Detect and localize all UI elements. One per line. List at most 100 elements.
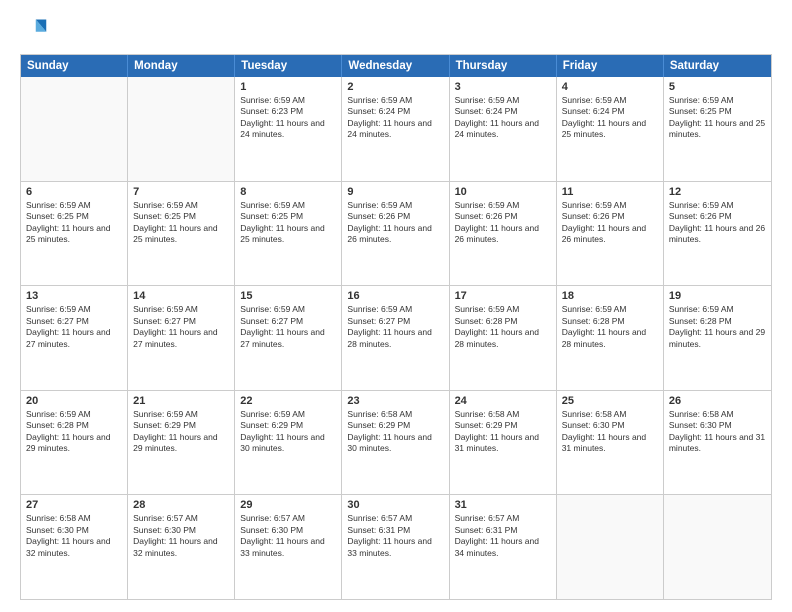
cal-cell: 2Sunrise: 6:59 AMSunset: 6:24 PMDaylight… (342, 77, 449, 181)
cell-info: Sunrise: 6:59 AMSunset: 6:23 PMDaylight:… (240, 95, 336, 141)
cal-cell: 14Sunrise: 6:59 AMSunset: 6:27 PMDayligh… (128, 286, 235, 390)
cal-cell: 16Sunrise: 6:59 AMSunset: 6:27 PMDayligh… (342, 286, 449, 390)
day-number: 23 (347, 395, 443, 407)
day-number: 4 (562, 81, 658, 93)
cal-cell: 7Sunrise: 6:59 AMSunset: 6:25 PMDaylight… (128, 182, 235, 286)
day-number: 13 (26, 290, 122, 302)
cal-cell: 30 Sunrise: 6:57 AMSunset: 6:31 PMDayligh… (342, 495, 449, 599)
header (20, 16, 772, 44)
cal-week-1: 1 Sunrise: 6:59 AMSunset: 6:23 PMDaylight… (21, 77, 771, 182)
day-number: 25 (562, 395, 658, 407)
cal-cell: 5 Sunrise: 6:59 AMSunset: 6:25 PMDaylight… (664, 77, 771, 181)
cell-info: Sunrise: 6:59 AMSunset: 6:25 PMDaylight:… (133, 200, 229, 246)
cal-cell: 10 Sunrise: 6:59 AMSunset: 6:26 PMDayligh… (450, 182, 557, 286)
day-number: 8 (240, 186, 336, 198)
cal-cell (128, 77, 235, 181)
cell-info: Sunrise: 6:59 AMSunset: 6:25 PMDaylight:… (26, 200, 122, 246)
cal-cell: 25 Sunrise: 6:58 AMSunset: 6:30 PMDayligh… (557, 391, 664, 495)
cal-header-tuesday: Tuesday (235, 55, 342, 77)
cal-week-2: 6 Sunrise: 6:59 AMSunset: 6:25 PMDaylight… (21, 182, 771, 287)
day-number: 6 (26, 186, 122, 198)
day-number: 20 (26, 395, 122, 407)
cell-info: Sunrise: 6:59 AMSunset: 6:26 PMDaylight:… (562, 200, 658, 246)
cal-cell: 31 Sunrise: 6:57 AMSunset: 6:31 PMDayligh… (450, 495, 557, 599)
calendar-header: SundayMondayTuesdayWednesdayThursdayFrid… (21, 55, 771, 77)
day-number: 27 (26, 499, 122, 511)
cell-info: Sunrise: 6:57 AMSunset: 6:31 PMDaylight:… (455, 513, 551, 559)
cell-info: Sunrise: 6:59 AMSunset: 6:26 PMDaylight:… (669, 200, 766, 246)
day-number: 28 (133, 499, 229, 511)
cal-week-5: 27 Sunrise: 6:58 AMSunset: 6:30 PMDayligh… (21, 495, 771, 599)
cal-cell: 27 Sunrise: 6:58 AMSunset: 6:30 PMDayligh… (21, 495, 128, 599)
day-number: 18 (562, 290, 658, 302)
cell-info: Sunrise: 6:57 AMSunset: 6:30 PMDaylight:… (133, 513, 229, 559)
day-number: 19 (669, 290, 766, 302)
cal-cell: 12Sunrise: 6:59 AMSunset: 6:26 PMDayligh… (664, 182, 771, 286)
cell-info: Sunrise: 6:59 AMSunset: 6:28 PMDaylight:… (455, 304, 551, 350)
cal-cell: 8Sunrise: 6:59 AMSunset: 6:25 PMDaylight… (235, 182, 342, 286)
cal-cell: 6 Sunrise: 6:59 AMSunset: 6:25 PMDaylight… (21, 182, 128, 286)
cal-cell: 21Sunrise: 6:59 AMSunset: 6:29 PMDayligh… (128, 391, 235, 495)
page: SundayMondayTuesdayWednesdayThursdayFrid… (0, 0, 792, 612)
day-number: 17 (455, 290, 551, 302)
day-number: 26 (669, 395, 766, 407)
cal-cell: 11 Sunrise: 6:59 AMSunset: 6:26 PMDayligh… (557, 182, 664, 286)
logo-icon (20, 16, 48, 44)
calendar: SundayMondayTuesdayWednesdayThursdayFrid… (20, 54, 772, 600)
cal-cell: 4 Sunrise: 6:59 AMSunset: 6:24 PMDaylight… (557, 77, 664, 181)
cal-cell: 26 Sunrise: 6:58 AMSunset: 6:30 PMDayligh… (664, 391, 771, 495)
cal-cell: 22 Sunrise: 6:59 AMSunset: 6:29 PMDayligh… (235, 391, 342, 495)
cell-info: Sunrise: 6:58 AMSunset: 6:29 PMDaylight:… (455, 409, 551, 455)
cell-info: Sunrise: 6:58 AMSunset: 6:30 PMDaylight:… (26, 513, 122, 559)
day-number: 9 (347, 186, 443, 198)
cal-cell: 3 Sunrise: 6:59 AMSunset: 6:24 PMDaylight… (450, 77, 557, 181)
day-number: 24 (455, 395, 551, 407)
cell-info: Sunrise: 6:58 AMSunset: 6:30 PMDaylight:… (562, 409, 658, 455)
cal-cell (557, 495, 664, 599)
day-number: 31 (455, 499, 551, 511)
cal-week-4: 20 Sunrise: 6:59 AMSunset: 6:28 PMDayligh… (21, 391, 771, 496)
day-number: 14 (133, 290, 229, 302)
cell-info: Sunrise: 6:59 AMSunset: 6:26 PMDaylight:… (455, 200, 551, 246)
cal-header-friday: Friday (557, 55, 664, 77)
day-number: 10 (455, 186, 551, 198)
day-number: 22 (240, 395, 336, 407)
cal-cell: 1 Sunrise: 6:59 AMSunset: 6:23 PMDaylight… (235, 77, 342, 181)
day-number: 11 (562, 186, 658, 198)
day-number: 30 (347, 499, 443, 511)
cell-info: Sunrise: 6:59 AMSunset: 6:24 PMDaylight:… (562, 95, 658, 141)
cal-cell (21, 77, 128, 181)
cal-header-wednesday: Wednesday (342, 55, 449, 77)
cal-header-thursday: Thursday (450, 55, 557, 77)
cell-info: Sunrise: 6:58 AMSunset: 6:30 PMDaylight:… (669, 409, 766, 455)
cell-info: Sunrise: 6:58 AMSunset: 6:29 PMDaylight:… (347, 409, 443, 455)
day-number: 1 (240, 81, 336, 93)
cal-cell: 28 Sunrise: 6:57 AMSunset: 6:30 PMDayligh… (128, 495, 235, 599)
cell-info: Sunrise: 6:59 AMSunset: 6:29 PMDaylight:… (240, 409, 336, 455)
cal-cell: 29Sunrise: 6:57 AMSunset: 6:30 PMDayligh… (235, 495, 342, 599)
cal-week-3: 13 Sunrise: 6:59 AMSunset: 6:27 PMDayligh… (21, 286, 771, 391)
cal-cell (664, 495, 771, 599)
cell-info: Sunrise: 6:59 AMSunset: 6:28 PMDaylight:… (26, 409, 122, 455)
logo (20, 16, 52, 44)
cell-info: Sunrise: 6:59 AMSunset: 6:27 PMDaylight:… (347, 304, 443, 350)
cell-info: Sunrise: 6:59 AMSunset: 6:25 PMDaylight:… (669, 95, 766, 141)
calendar-body: 1 Sunrise: 6:59 AMSunset: 6:23 PMDaylight… (21, 77, 771, 599)
cell-info: Sunrise: 6:59 AMSunset: 6:28 PMDaylight:… (562, 304, 658, 350)
cell-info: Sunrise: 6:57 AMSunset: 6:31 PMDaylight:… (347, 513, 443, 559)
cal-header-saturday: Saturday (664, 55, 771, 77)
cal-cell: 23 Sunrise: 6:58 AMSunset: 6:29 PMDayligh… (342, 391, 449, 495)
day-number: 15 (240, 290, 336, 302)
cell-info: Sunrise: 6:59 AMSunset: 6:29 PMDaylight:… (133, 409, 229, 455)
cell-info: Sunrise: 6:59 AMSunset: 6:28 PMDaylight:… (669, 304, 766, 350)
cell-info: Sunrise: 6:59 AMSunset: 6:26 PMDaylight:… (347, 200, 443, 246)
day-number: 2 (347, 81, 443, 93)
cell-info: Sunrise: 6:59 AMSunset: 6:24 PMDaylight:… (455, 95, 551, 141)
cal-cell: 13Sunrise: 6:59 AMSunset: 6:27 PMDayligh… (21, 286, 128, 390)
day-number: 29 (240, 499, 336, 511)
cal-cell: 15Sunrise: 6:59 AMSunset: 6:27 PMDayligh… (235, 286, 342, 390)
cal-header-sunday: Sunday (21, 55, 128, 77)
day-number: 3 (455, 81, 551, 93)
day-number: 5 (669, 81, 766, 93)
cal-cell: 18 Sunrise: 6:59 AMSunset: 6:28 PMDayligh… (557, 286, 664, 390)
